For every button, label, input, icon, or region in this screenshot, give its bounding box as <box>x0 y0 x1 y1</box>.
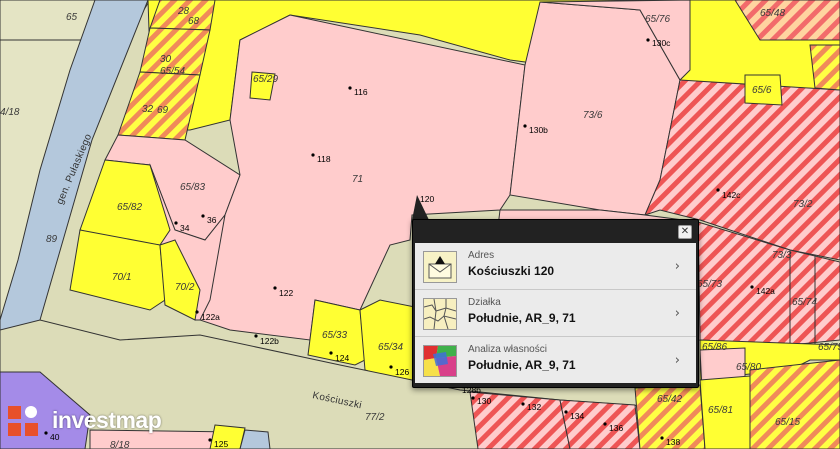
address-envelope-icon <box>423 251 457 283</box>
popup-row-label: Analiza własności <box>468 344 547 355</box>
chevron-right-icon: › <box>674 259 680 274</box>
parcel-hatch-tr[interactable] <box>809 44 840 91</box>
chevron-right-icon: › <box>674 353 680 368</box>
parcel-label: 69 <box>157 105 169 116</box>
parcel-label: 65/54 <box>160 66 185 77</box>
parcel-label: 4/18 <box>0 107 20 118</box>
parcel-label: 65/6 <box>752 85 772 96</box>
address-number: 125 <box>214 439 228 449</box>
parcel-hatch-bottom-2[interactable] <box>559 399 641 449</box>
address-number: 138 <box>666 437 680 447</box>
parcel-label: 30 <box>160 54 172 65</box>
popup-row-parcel[interactable]: Działka Południe, AR_9, 71 › <box>415 290 696 337</box>
address-number: 36 <box>207 215 217 225</box>
river-bottom <box>239 429 271 449</box>
address-number: 116 <box>354 87 368 97</box>
popup-row-value: Kościuszki 120 <box>468 264 555 278</box>
parcel-label: 70/2 <box>175 282 195 293</box>
parcel-label: 65/76 <box>645 14 670 25</box>
parcel-label: 32 <box>142 104 154 115</box>
address-number: 130b <box>529 125 548 135</box>
popup-row-text: Działka Południe, AR_9, 71 <box>468 297 576 325</box>
parcel-label: 89 <box>46 234 58 245</box>
chevron-right-icon: › <box>674 306 680 321</box>
parcel-label: 65/75 <box>818 342 840 353</box>
logo-mark-icon <box>8 406 38 436</box>
address-number: 118 <box>317 154 331 164</box>
parcel-label: 73/2 <box>793 199 813 210</box>
close-button[interactable]: ✕ <box>678 225 692 239</box>
parcel-label: 65/86 <box>702 342 727 353</box>
parcel-label: 65/33 <box>322 330 347 341</box>
parcel-label: 65/81 <box>708 405 733 416</box>
parcel-label: 65/42 <box>657 394 682 405</box>
popup-row-label: Adres <box>468 250 495 261</box>
parcel-label: 65/48 <box>760 8 785 19</box>
popup-row-value: Południe, AR_9, 71 <box>468 358 576 372</box>
parcel-label: 65 <box>66 12 78 23</box>
parcel-label: 65/34 <box>378 342 403 353</box>
address-number: 130 <box>477 396 491 406</box>
parcel-label: 65/82 <box>117 202 142 213</box>
popup-pointer <box>412 195 429 220</box>
popup-row-label: Działka <box>468 297 501 308</box>
address-number: 130c <box>652 38 671 48</box>
address-number: 122 <box>279 288 293 298</box>
parcel-label: 73/6 <box>583 110 603 121</box>
parcel-label: 71 <box>352 174 363 185</box>
parcel-label: 65/80 <box>736 362 761 373</box>
parcel-label: 65/73 <box>697 279 722 290</box>
address-number: 122a <box>201 312 220 322</box>
parcel-label: 8/18 <box>110 440 130 449</box>
popup-row-ownership[interactable]: Analiza własności Południe, AR_9, 71 › <box>415 337 696 383</box>
parcel-label: 77/2 <box>365 412 385 423</box>
address-number: 126 <box>395 367 409 377</box>
parcel-label: 65/83 <box>180 182 205 193</box>
logo-text: investmap <box>52 407 162 433</box>
address-number: 142c <box>722 190 741 200</box>
address-number: 132 <box>527 402 541 412</box>
popup-list: Adres Kościuszki 120 › Działka Południe,… <box>415 243 696 383</box>
address-number: 124 <box>335 353 349 363</box>
popup-row-value: Południe, AR_9, 71 <box>468 311 576 325</box>
address-number: 134 <box>570 411 584 421</box>
parcel-label: 65/74 <box>792 297 817 308</box>
parcel-map-icon <box>423 298 457 330</box>
address-number: 142a <box>756 286 775 296</box>
parcel-label: 65/15 <box>775 417 800 428</box>
popup-row-address[interactable]: Adres Kościuszki 120 › <box>415 243 696 290</box>
parcel-label: 68 <box>188 16 200 27</box>
ownership-analysis-icon <box>423 345 457 377</box>
address-number: 34 <box>180 223 190 233</box>
parcel-label: 73/3 <box>772 250 792 261</box>
popup-row-text: Adres Kościuszki 120 <box>468 250 554 278</box>
popup-row-text: Analiza własności Południe, AR_9, 71 <box>468 344 576 372</box>
parcel-label: 70/1 <box>112 272 131 283</box>
parcel-label: 65/29 <box>253 74 278 85</box>
address-number: 136 <box>609 423 623 433</box>
info-popup: ✕ Adres Kościuszki 120 › Działka Południ… <box>412 219 699 388</box>
address-number: 122b <box>260 336 279 346</box>
parcel-65-15[interactable] <box>749 359 840 449</box>
